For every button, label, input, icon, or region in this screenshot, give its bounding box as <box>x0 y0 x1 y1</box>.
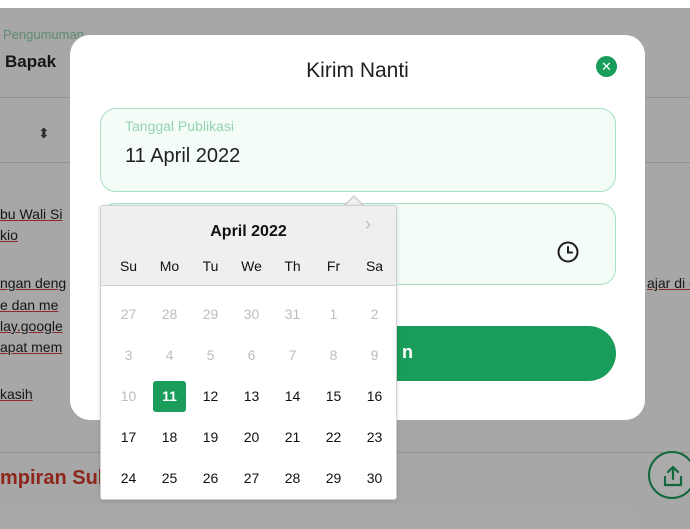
weekday-label: Fr <box>326 258 341 274</box>
weekday-label: Su <box>119 258 138 274</box>
calendar-day[interactable]: 22 <box>317 422 350 453</box>
calendar-day[interactable]: 1 <box>317 299 350 330</box>
send-button-label: n <box>402 342 413 362</box>
calendar-day[interactable]: 2 <box>358 299 391 330</box>
weekday-label: Sa <box>365 258 384 274</box>
calendar-day[interactable]: 15 <box>317 381 350 412</box>
calendar-day[interactable]: 11 <box>153 381 186 412</box>
calendar-day[interactable]: 24 <box>112 463 145 494</box>
modal-title: Kirim Nanti <box>306 59 409 82</box>
calendar-day[interactable]: 30 <box>235 299 268 330</box>
weekday-label: Mo <box>159 258 180 274</box>
calendar-day[interactable]: 14 <box>276 381 309 412</box>
calendar-day[interactable]: 12 <box>194 381 227 412</box>
publish-date-field[interactable]: Tanggal Publikasi 11 April 2022 <box>100 108 616 192</box>
calendar-day[interactable]: 9 <box>358 340 391 371</box>
calendar-day[interactable]: 26 <box>194 463 227 494</box>
weekday-label: We <box>241 258 262 274</box>
calendar-day[interactable]: 16 <box>358 381 391 412</box>
calendar-day[interactable]: 20 <box>235 422 268 453</box>
calendar-day[interactable]: 5 <box>194 340 227 371</box>
calendar-day[interactable]: 31 <box>276 299 309 330</box>
calendar-month: April 2022 <box>210 223 287 240</box>
publish-date-value: 11 April 2022 <box>125 145 241 167</box>
calendar-day[interactable]: 17 <box>112 422 145 453</box>
calendar-day[interactable]: 4 <box>153 340 186 371</box>
calendar-day[interactable]: 21 <box>276 422 309 453</box>
calendar-day[interactable]: 27 <box>235 463 268 494</box>
calendar-day[interactable]: 25 <box>153 463 186 494</box>
calendar-day[interactable]: 8 <box>317 340 350 371</box>
calendar-day[interactable]: 27 <box>112 299 145 330</box>
calendar-day[interactable]: 6 <box>235 340 268 371</box>
clock-icon <box>557 241 579 263</box>
publish-date-label: Tanggal Publikasi <box>125 118 234 134</box>
calendar-day[interactable]: 28 <box>153 299 186 330</box>
close-icon[interactable]: ✕ <box>596 56 617 77</box>
date-picker-calendar: April 2022 › Su Mo Tu We Th Fr Sa 27 28 29… <box>100 205 397 500</box>
calendar-day[interactable]: 29 <box>317 463 350 494</box>
weekday-label: Tu <box>202 258 219 274</box>
calendar-day[interactable]: 29 <box>194 299 227 330</box>
calendar-day[interactable]: 7 <box>276 340 309 371</box>
calendar-day[interactable]: 13 <box>235 381 268 412</box>
calendar-day[interactable]: 18 <box>153 422 186 453</box>
calendar-day[interactable]: 10 <box>112 381 145 412</box>
weekday-label: Th <box>284 258 301 274</box>
calendar-day[interactable]: 28 <box>276 463 309 494</box>
calendar-day[interactable]: 3 <box>112 340 145 371</box>
calendar-day[interactable]: 19 <box>194 422 227 453</box>
calendar-day[interactable]: 23 <box>358 422 391 453</box>
chevron-right-icon[interactable]: › <box>365 214 371 235</box>
top-bar <box>0 0 690 8</box>
calendar-header: April 2022 › Su Mo Tu We Th Fr Sa <box>101 206 396 286</box>
calendar-day[interactable]: 30 <box>358 463 391 494</box>
